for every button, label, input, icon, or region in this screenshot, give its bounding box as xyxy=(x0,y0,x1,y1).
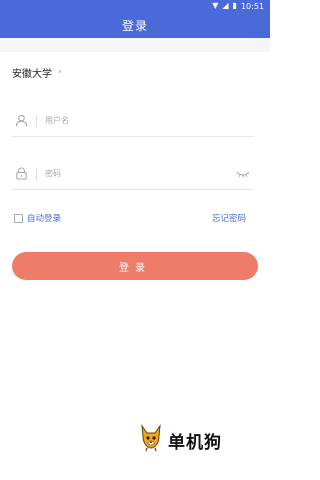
school-name: 安徽大学 xyxy=(12,68,52,80)
watermark-text: 单机狗 xyxy=(168,432,222,453)
title-bar: 登录 xyxy=(0,12,270,38)
chevron-right-icon: › xyxy=(58,67,62,77)
page-title: 登录 xyxy=(121,18,148,33)
signal-icon: ◢ xyxy=(222,1,229,10)
password-field xyxy=(12,158,254,190)
auto-login-toggle[interactable]: 自动登录 xyxy=(14,212,61,224)
field-separator xyxy=(36,167,37,180)
forgot-password-link[interactable]: 忘记密码 xyxy=(212,212,246,224)
password-input[interactable] xyxy=(45,163,234,184)
login-button[interactable]: 登录 xyxy=(12,252,258,280)
user-icon xyxy=(12,112,30,130)
username-input[interactable] xyxy=(45,110,254,131)
username-field xyxy=(12,105,254,137)
status-time: 10:51 xyxy=(240,1,264,11)
dog-logo-icon xyxy=(138,424,164,456)
eye-closed-icon[interactable] xyxy=(234,167,252,181)
field-separator xyxy=(36,114,37,127)
school-selector[interactable]: 安徽大学 › xyxy=(12,63,62,81)
auto-login-label: 自动登录 xyxy=(27,214,62,224)
wifi-icon: ▼ xyxy=(212,1,219,10)
status-bar: ▼ ◢ ▮ 10:51 xyxy=(0,0,270,12)
login-options: 自动登录 忘记密码 xyxy=(14,210,246,226)
lock-icon xyxy=(12,165,30,183)
battery-icon: ▮ xyxy=(232,1,237,10)
header-divider xyxy=(0,38,270,52)
watermark: 单机狗 xyxy=(138,424,222,456)
auto-login-checkbox[interactable] xyxy=(14,213,23,223)
